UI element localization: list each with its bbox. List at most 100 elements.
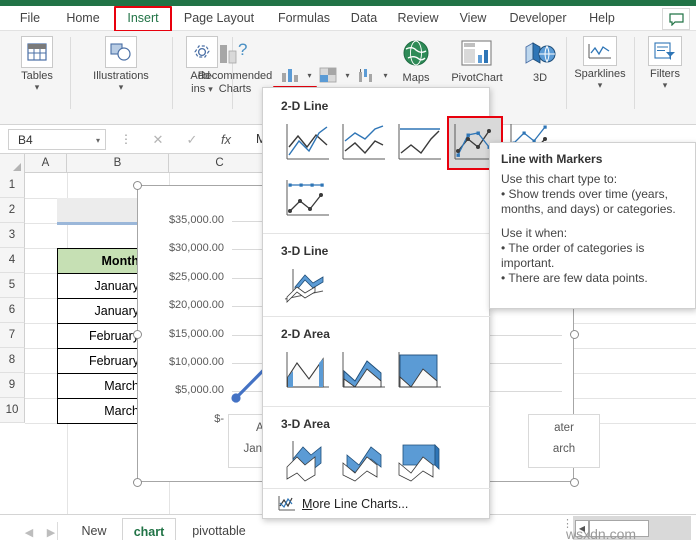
cell-month-value[interactable]: January — [57, 273, 145, 299]
cell-month-value[interactable]: March — [57, 398, 145, 424]
more-line-charts-icon — [277, 495, 296, 512]
ribbon-tab-bar: File Home Insert Page Layout Formulas Data Rev… — [0, 6, 696, 32]
ribbon-tab-formulas[interactable]: Formulas — [272, 8, 336, 29]
function-icon[interactable]: fx — [214, 129, 238, 150]
cell-month-value[interactable]: February — [57, 323, 145, 349]
row-header-2[interactable]: 2 — [0, 198, 25, 223]
comment-button[interactable] — [662, 8, 690, 30]
chart-handle-mid-right[interactable] — [570, 330, 579, 339]
stacked-area-icon[interactable] — [337, 346, 389, 396]
tooltip-title: Line with Markers — [501, 152, 603, 166]
three-d-stacked-area-icon[interactable] — [337, 436, 389, 486]
stock-chart-icon[interactable] — [353, 64, 380, 86]
group-separator — [634, 37, 635, 109]
chevron-down-icon[interactable]: ▾ — [663, 81, 668, 90]
formula-bar-grip: ⋮ — [120, 132, 132, 146]
chevron-down-icon[interactable]: ▾ — [598, 81, 603, 90]
name-box-value: B4 — [18, 133, 33, 147]
stock-chart-dropdown[interactable]: ▾ — [380, 64, 391, 86]
100-stacked-line-icon[interactable] — [393, 118, 445, 168]
column-chart-dropdown[interactable]: ▾ — [304, 64, 315, 86]
column-chart-icon[interactable] — [277, 64, 304, 86]
ribbon-tab-page-layout[interactable]: Page Layout — [177, 8, 261, 29]
tooltip-line5: • There are few data points. — [501, 271, 648, 285]
column-header-C[interactable]: C — [169, 154, 271, 173]
gallery-section-3d-line-title: 3-D Line — [281, 244, 329, 258]
blue-accent-bar — [57, 222, 145, 225]
three-d-100-stacked-area-icon[interactable] — [393, 436, 445, 486]
three-d-map-icon — [523, 36, 557, 70]
maps-icon — [402, 36, 430, 70]
pivotchart-icon — [461, 36, 493, 70]
row-header-1[interactable]: 1 — [0, 173, 25, 198]
column-header-A[interactable]: A — [25, 154, 67, 173]
name-box[interactable]: B4 ▾ — [8, 129, 106, 150]
formatted-block — [57, 198, 145, 222]
row-header-7[interactable]: 7 — [0, 323, 25, 348]
chart-type-tooltip: Line with Markers Use this chart type to… — [489, 142, 696, 309]
ribbon-group-maps-label: Maps — [402, 72, 430, 84]
chart-legend-right-line1: ater — [554, 422, 574, 434]
ribbon-group-pivotchart-label: PivotChart — [451, 72, 503, 84]
group-separator — [172, 37, 173, 109]
cell-month-header[interactable]: Month — [57, 248, 145, 274]
ribbon-group-illustrations[interactable]: Illustrations ▾ — [74, 31, 168, 117]
gallery-divider — [263, 406, 491, 407]
area-icon[interactable] — [281, 346, 333, 396]
gallery-section-2d-line-title: 2-D Line — [281, 99, 329, 113]
ribbon-tab-help[interactable]: Help — [582, 8, 622, 29]
pie-chart-dropdown[interactable]: ▾ — [342, 64, 353, 86]
chart-handle-bottom-left[interactable] — [133, 478, 142, 487]
ribbon-tab-data[interactable]: Data — [344, 8, 384, 29]
row-header-6[interactable]: 6 — [0, 298, 25, 323]
row-header-10[interactable]: 10 — [0, 398, 25, 423]
cell-month-value[interactable]: February — [57, 348, 145, 374]
ribbon-tab-insert[interactable]: Insert — [117, 8, 169, 29]
confirm-icon[interactable]: ✓ — [180, 129, 204, 150]
chart-handle-bottom-right[interactable] — [570, 478, 579, 487]
group-separator — [70, 37, 71, 109]
ribbon-group-tables[interactable]: Tables ▾ — [8, 31, 66, 117]
stacked-line-icon[interactable] — [337, 118, 389, 168]
ribbon-group-3d-map[interactable]: 3D — [516, 31, 564, 117]
chart-handle-mid-left[interactable] — [133, 330, 142, 339]
prev-sheet-icon[interactable]: ◀ — [18, 523, 40, 541]
column-header-B[interactable]: B — [67, 154, 169, 173]
line-icon[interactable] — [281, 118, 333, 168]
row-header-3[interactable]: 3 — [0, 223, 25, 248]
next-sheet-icon[interactable]: ▶ — [40, 523, 62, 541]
three-d-line-icon[interactable] — [281, 262, 333, 312]
more-line-charts-item[interactable]: More Line Charts... — [263, 488, 491, 518]
row-header-9[interactable]: 9 — [0, 373, 25, 398]
cell-month-value[interactable]: March — [57, 373, 145, 399]
more-line-charts-accel: M — [302, 496, 313, 511]
100-stacked-area-icon[interactable] — [393, 346, 445, 396]
row-header-8[interactable]: 8 — [0, 348, 25, 373]
pie-chart-icon[interactable] — [315, 64, 342, 86]
select-all-corner[interactable] — [0, 154, 25, 173]
ribbon-tab-file[interactable]: File — [10, 8, 50, 29]
comment-icon — [668, 12, 684, 26]
gallery-divider — [263, 233, 491, 234]
ribbon-tab-view[interactable]: View — [452, 8, 494, 29]
chevron-down-icon[interactable]: ▾ — [96, 130, 100, 151]
cell-month-value[interactable]: January — [57, 298, 145, 324]
tooltip-line2: • Show trends over time (years, months, … — [501, 187, 676, 216]
ribbon-tab-developer[interactable]: Developer — [502, 8, 574, 29]
ribbon-tab-review[interactable]: Review — [392, 8, 444, 29]
three-d-area-icon[interactable] — [281, 436, 333, 486]
cancel-icon[interactable]: ✕ — [146, 129, 170, 150]
row-header-4[interactable]: 4 — [0, 248, 25, 273]
ribbon-group-sparklines[interactable]: Sparklines ▾ — [570, 31, 630, 117]
gallery-section-2d-area-title: 2-D Area — [281, 327, 330, 341]
ribbon-group-filters[interactable]: Filters ▾ — [638, 31, 692, 117]
chevron-down-icon[interactable]: ▾ — [119, 83, 124, 92]
ribbon-tab-home[interactable]: Home — [58, 8, 108, 29]
row-header-5[interactable]: 5 — [0, 273, 25, 298]
sparklines-icon — [583, 36, 617, 66]
line-chart-gallery: 2-D Line 3-D Line 2-D Area 3-D Area More… — [262, 87, 553, 519]
100-stacked-line-with-markers-icon[interactable] — [281, 174, 333, 224]
group-separator — [566, 37, 567, 109]
chart-handle-top-left[interactable] — [133, 181, 142, 190]
chevron-down-icon[interactable]: ▾ — [35, 83, 40, 92]
